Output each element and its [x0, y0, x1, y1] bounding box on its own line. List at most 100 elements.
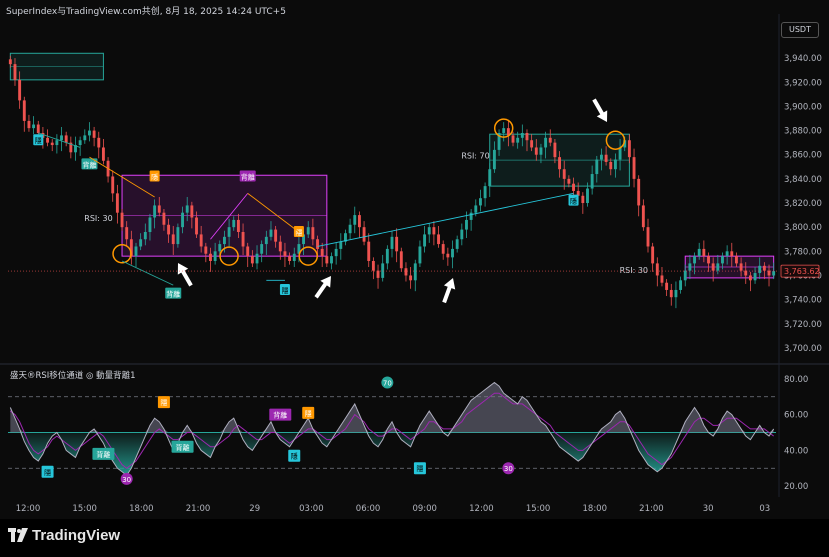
time-tick-label: 30 — [703, 504, 714, 514]
tradingview-logo[interactable]: TradingView — [8, 527, 120, 544]
divergence-tag-label: 背離 — [166, 290, 180, 299]
rsi30-label: RSI: 30 — [84, 214, 112, 223]
white-arrow-icon-shape — [592, 98, 608, 122]
hidden-tag-label: 隱 — [35, 136, 42, 145]
brand-name: TradingView — [32, 527, 121, 544]
time-tick-label: 06:00 — [356, 504, 381, 514]
price-tick-label: 3,940.00 — [784, 54, 822, 64]
white-arrow-icon — [177, 263, 193, 287]
candle-body — [232, 219, 236, 228]
indicator-pane[interactable]: 80.0060.0040.0020.00隱背離隱背離30背離隱隱70隱 30 — [8, 375, 808, 492]
candle-body — [586, 188, 589, 204]
candle-body — [688, 263, 692, 271]
candle-body — [288, 256, 292, 261]
candle-body — [385, 248, 389, 264]
rsi30-label: RSI: 30 — [620, 266, 648, 275]
rsi-divergence-tag-label: 背離 — [96, 450, 110, 459]
candle-body — [627, 140, 631, 158]
candle-body — [618, 147, 622, 160]
price-tick-label: 3,720.00 — [784, 320, 822, 330]
candle-body — [567, 178, 571, 184]
candle-body — [167, 224, 171, 235]
candle-body — [758, 265, 762, 274]
rsi-hidden-tag-label: 隱 — [416, 464, 423, 473]
candle-body — [204, 246, 208, 254]
tradingview-icon — [8, 528, 28, 542]
candle-body — [362, 227, 366, 242]
candle-body — [88, 130, 91, 136]
time-tick-label: 21:00 — [186, 504, 211, 514]
candle-body — [613, 159, 617, 170]
candle-body — [143, 232, 147, 240]
candle-body — [190, 205, 194, 218]
hidden-tag-label: 隱 — [151, 172, 158, 181]
candle-body — [725, 251, 729, 257]
candle-body — [218, 244, 222, 252]
candle-body — [748, 275, 752, 281]
candle-body — [674, 289, 678, 298]
time-tick-label: 18:00 — [583, 504, 608, 514]
candle-body — [707, 256, 710, 264]
candle-body — [227, 227, 231, 237]
candle-body — [446, 253, 450, 258]
candle-body — [78, 140, 82, 146]
hidden-tag-label: 隱 — [570, 197, 577, 206]
rsi-hidden-tag-label: 隱 — [305, 409, 312, 418]
indicator-legend: 盛天®RSI移位通道 ◎ 動量背離1 — [10, 371, 136, 381]
white-arrow-icon — [314, 276, 331, 299]
candle-body — [651, 246, 655, 264]
candle-body — [195, 217, 198, 235]
candle-body — [739, 263, 743, 271]
candle-body — [772, 271, 776, 276]
rsi-hidden-tag-label: 隱 — [44, 468, 51, 477]
white-arrow-icon-shape — [314, 276, 331, 299]
candle-body — [283, 251, 287, 257]
candle-body — [409, 275, 413, 281]
candle-body — [97, 137, 101, 148]
time-tick-label: 12:00 — [16, 504, 41, 514]
white-arrow-icon — [442, 278, 456, 304]
price-tick-label: 3,780.00 — [784, 247, 822, 257]
candle-body — [609, 161, 613, 170]
time-tick-label: 15:00 — [72, 504, 97, 514]
candle-body — [544, 137, 548, 148]
candle-body — [697, 248, 701, 257]
rsi-tick-label: 60.00 — [784, 411, 808, 421]
candle-body — [209, 253, 212, 261]
candle-body — [264, 236, 268, 245]
candle-body — [381, 263, 385, 278]
candle-body — [125, 227, 129, 240]
candle-body — [646, 227, 650, 247]
white-arrow-icon-shape — [442, 278, 456, 304]
time-tick-label: 12:00 — [469, 504, 494, 514]
candle-body — [534, 147, 538, 155]
candle-body — [320, 248, 324, 257]
hidden-tag-label: 隱 — [281, 286, 288, 295]
price-tick-label: 3,900.00 — [784, 102, 822, 112]
candle-body — [711, 263, 715, 271]
candle-body — [250, 256, 254, 264]
candle-body — [418, 246, 422, 264]
rsi-tick-label: 20.00 — [784, 482, 808, 492]
price-tick-label: 3,820.00 — [784, 199, 822, 209]
price-chart[interactable]: RSI: 70RSI: 30RSI: 30隱背離隱背離背離隱隱隱 3,940.0… — [0, 0, 829, 557]
price-tick-label: 3,880.00 — [784, 127, 822, 137]
candle-body — [162, 212, 166, 225]
candle-body — [13, 64, 17, 80]
candle-body — [590, 174, 594, 189]
rsi-overbought-fill — [10, 382, 774, 433]
time-tick-label: 29 — [249, 504, 260, 514]
candle-body — [171, 234, 175, 245]
candle-body — [353, 215, 357, 225]
candle-body — [395, 236, 399, 252]
candle-body — [27, 120, 31, 129]
candle-body — [269, 229, 273, 237]
candle-body — [660, 275, 664, 283]
time-axis[interactable]: 12:00 15:00 18:00 21:00 29 03:00 06:00 09:00 12:… — [16, 504, 770, 514]
time-tick-label: 03:00 — [299, 504, 324, 514]
candle-body — [441, 244, 445, 254]
candle-body — [734, 256, 738, 264]
rsi-30-marker-label: 30 — [122, 476, 131, 484]
candle-body — [36, 124, 40, 133]
candle-body — [255, 253, 259, 264]
